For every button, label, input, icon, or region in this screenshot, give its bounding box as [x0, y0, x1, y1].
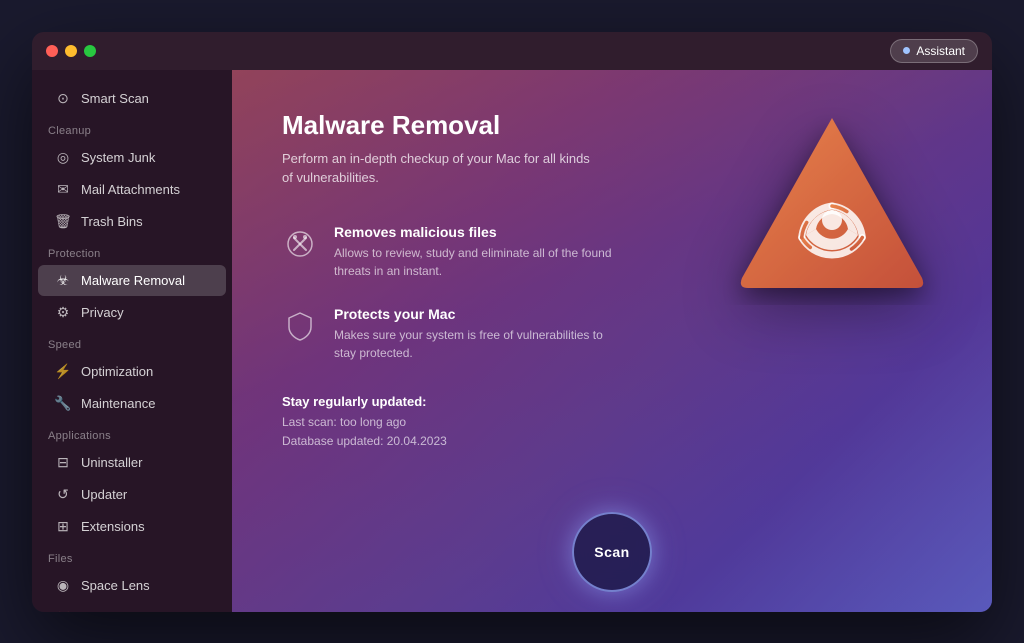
folder-icon: 📁 — [54, 609, 72, 612]
sidebar-item-uninstaller[interactable]: ⊟ Uninstaller — [38, 447, 226, 478]
main-content: Malware Removal Perform an in-depth chec… — [232, 70, 992, 612]
mail-icon: ✉ — [54, 181, 72, 198]
sidebar-item-system-junk[interactable]: ◎ System Junk — [38, 142, 226, 173]
scan-button-wrapper: Scan — [572, 512, 652, 592]
sidebar-item-label: Space Lens — [81, 578, 150, 593]
malware-icon: ☣ — [54, 272, 72, 289]
sidebar-item-privacy[interactable]: ⚙ Privacy — [38, 297, 226, 328]
window-body: ⊙ Smart Scan Cleanup ◎ System Junk ✉ Mai… — [32, 70, 992, 612]
feature-removes-title: Removes malicious files — [334, 224, 942, 240]
sidebar-item-label: Privacy — [81, 305, 124, 320]
assistant-label: Assistant — [916, 44, 965, 58]
page-subtitle: Perform an in-depth checkup of your Mac … — [282, 149, 602, 188]
sidebar-item-smart-scan[interactable]: ⊙ Smart Scan — [38, 83, 226, 114]
app-window: Assistant ⊙ Smart Scan Cleanup ◎ System … — [32, 32, 992, 612]
maintenance-icon: 🔧 — [54, 395, 72, 412]
scan-info: Stay regularly updated: Last scan: too l… — [282, 394, 942, 451]
sidebar-item-label: Large & Old Files — [81, 610, 181, 612]
scan-info-title: Stay regularly updated: — [282, 394, 942, 409]
sidebar-section-cleanup: Cleanup — [32, 115, 232, 141]
feature-removes-desc: Allows to review, study and eliminate al… — [334, 244, 614, 280]
feature-removes-malicious: Removes malicious files Allows to review… — [282, 224, 942, 280]
minimize-button[interactable] — [65, 45, 77, 57]
sidebar-item-updater[interactable]: ↺ Updater — [38, 479, 226, 510]
sidebar-section-applications: Applications — [32, 420, 232, 446]
sidebar-item-label: Uninstaller — [81, 455, 142, 470]
sidebar-section-protection: Protection — [32, 238, 232, 264]
features-list: Removes malicious files Allows to review… — [282, 224, 942, 362]
sidebar-item-label: System Junk — [81, 150, 155, 165]
scan-button[interactable]: Scan — [572, 512, 652, 592]
maximize-button[interactable] — [84, 45, 96, 57]
sidebar-item-label: Optimization — [81, 364, 153, 379]
sidebar-item-extensions[interactable]: ⊞ Extensions — [38, 511, 226, 542]
close-button[interactable] — [46, 45, 58, 57]
optimization-icon: ⚡ — [54, 363, 72, 380]
sidebar-item-maintenance[interactable]: 🔧 Maintenance — [38, 388, 226, 419]
last-scan-text: Last scan: too long ago — [282, 413, 942, 432]
scan-button-label: Scan — [594, 544, 629, 560]
sidebar-item-label: Smart Scan — [81, 91, 149, 106]
sidebar-item-label: Trash Bins — [81, 214, 143, 229]
sidebar: ⊙ Smart Scan Cleanup ◎ System Junk ✉ Mai… — [32, 70, 232, 612]
system-junk-icon: ◎ — [54, 149, 72, 166]
sidebar-section-files: Files — [32, 543, 232, 569]
sidebar-item-space-lens[interactable]: ◉ Space Lens — [38, 570, 226, 601]
sidebar-item-label: Updater — [81, 487, 127, 502]
page-title: Malware Removal — [282, 110, 942, 141]
sidebar-item-malware-removal[interactable]: ☣ Malware Removal — [38, 265, 226, 296]
space-lens-icon: ◉ — [54, 577, 72, 594]
sidebar-section-speed: Speed — [32, 329, 232, 355]
sidebar-item-label: Maintenance — [81, 396, 155, 411]
trash-icon: 🗑 — [54, 213, 72, 230]
sidebar-item-large-old-files[interactable]: 📁 Large & Old Files — [38, 602, 226, 612]
content-area: Malware Removal Perform an in-depth chec… — [282, 110, 942, 572]
database-updated-text: Database updated: 20.04.2023 — [282, 432, 942, 451]
sidebar-item-mail-attachments[interactable]: ✉ Mail Attachments — [38, 174, 226, 205]
uninstaller-icon: ⊟ — [54, 454, 72, 471]
feature-protects-title: Protects your Mac — [334, 306, 942, 322]
assistant-dot-icon — [903, 47, 910, 54]
bug-icon — [282, 226, 318, 262]
sidebar-item-optimization[interactable]: ⚡ Optimization — [38, 356, 226, 387]
traffic-lights — [46, 45, 96, 57]
updater-icon: ↺ — [54, 486, 72, 503]
privacy-icon: ⚙ — [54, 304, 72, 321]
feature-protects-text: Protects your Mac Makes sure your system… — [334, 306, 942, 362]
shield-icon — [282, 308, 318, 344]
sidebar-item-label: Malware Removal — [81, 273, 185, 288]
feature-protects-mac: Protects your Mac Makes sure your system… — [282, 306, 942, 362]
assistant-button[interactable]: Assistant — [890, 39, 978, 63]
extensions-icon: ⊞ — [54, 518, 72, 535]
sidebar-item-trash-bins[interactable]: 🗑 Trash Bins — [38, 206, 226, 237]
sidebar-item-label: Extensions — [81, 519, 145, 534]
smart-scan-icon: ⊙ — [54, 90, 72, 107]
title-bar: Assistant — [32, 32, 992, 70]
feature-removes-text: Removes malicious files Allows to review… — [334, 224, 942, 280]
sidebar-item-label: Mail Attachments — [81, 182, 180, 197]
feature-protects-desc: Makes sure your system is free of vulner… — [334, 326, 614, 362]
